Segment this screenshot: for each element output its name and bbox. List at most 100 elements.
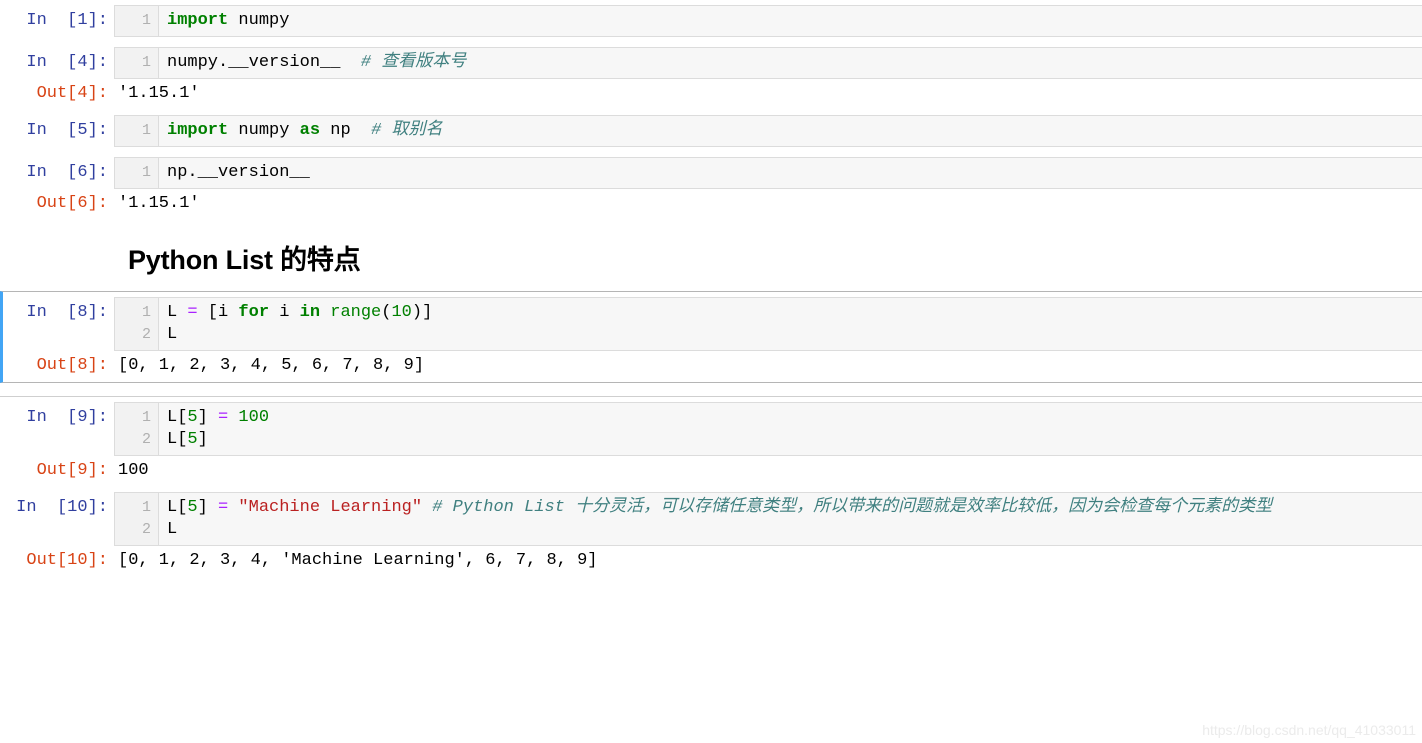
- output-text: '1.15.1': [118, 84, 200, 103]
- code-cell[interactable]: In [5]: 1 import numpy as np # 取别名: [0, 110, 1422, 152]
- code-text[interactable]: L[5] = "Machine Learning" # Python List …: [159, 493, 1422, 545]
- code-text[interactable]: L = [i for i in range(10)] L: [159, 298, 1422, 350]
- code-cell[interactable]: In [1]: 1 import numpy: [0, 0, 1422, 42]
- code-line: import numpy: [167, 10, 1422, 32]
- code-editor[interactable]: 1 numpy.__version__ # 查看版本号: [114, 47, 1422, 79]
- token-plain: L[: [167, 430, 188, 449]
- token-plain: [i: [197, 303, 239, 322]
- watermark: https://blog.csdn.net/qq_41033011: [1202, 722, 1416, 738]
- markdown-cell[interactable]: Python List 的特点: [0, 220, 1422, 291]
- code-line: np.__version__: [167, 162, 1422, 184]
- line-number: 2: [141, 521, 151, 538]
- cell-input-row: In [10]: 1 2 L[5] = "Machine Learning" # Py…: [0, 492, 1422, 546]
- code-line: import numpy as np # 取别名: [167, 120, 1422, 142]
- line-number: 1: [141, 164, 151, 181]
- token-plain: i: [269, 303, 300, 322]
- code-cell[interactable]: In [8]: 1 2 L = [i for i in range(10)] L Out[…: [0, 291, 1422, 383]
- cell-input-row: In [1]: 1 import numpy: [0, 5, 1422, 37]
- token-op: =: [187, 303, 198, 322]
- token-num: 5: [187, 498, 198, 517]
- token-plain: np.__version__: [167, 163, 310, 182]
- token-num: 5: [187, 408, 198, 427]
- cell-input-row: In [8]: 1 2 L = [i for i in range(10)] L: [3, 297, 1422, 351]
- token-cmt: # Python List 十分灵活，可以存储任意类型，所以带来的问题就是效率比…: [432, 498, 1273, 517]
- token-plain: numpy: [228, 121, 300, 140]
- input-prompt: In [9]:: [26, 408, 108, 427]
- line-number-gutter: 1: [115, 48, 159, 78]
- token-plain: ]: [197, 408, 219, 427]
- token-plain: numpy: [228, 11, 290, 30]
- code-line: L[5] = 100: [167, 407, 1422, 429]
- token-plain: ]: [197, 430, 208, 449]
- code-cell[interactable]: In [10]: 1 2 L[5] = "Machine Learning" # Py…: [0, 487, 1422, 577]
- code-editor[interactable]: 1 2 L[5] = 100 L[5]: [114, 402, 1422, 456]
- cell-output-row: Out[4]: '1.15.1': [0, 79, 1422, 105]
- code-line: L[5]: [167, 429, 1422, 451]
- line-number-gutter: 1: [115, 6, 159, 36]
- token-plain: L[: [167, 408, 188, 427]
- cell-input-row: In [5]: 1 import numpy as np # 取别名: [0, 115, 1422, 147]
- code-editor[interactable]: 1 import numpy as np # 取别名: [114, 115, 1422, 147]
- line-number: 1: [141, 122, 151, 139]
- token-num: 5: [187, 430, 198, 449]
- token-str: "Machine Learning": [238, 498, 423, 517]
- code-cell[interactable]: In [9]: 1 2 L[5] = 100 L[5] Out[9]: 100: [0, 397, 1422, 487]
- input-prompt: In [1]:: [26, 11, 108, 30]
- line-number-gutter: 1: [115, 158, 159, 188]
- output-text: 100: [118, 461, 149, 480]
- page-title: Python List 的特点: [128, 245, 361, 275]
- token-cmt: # 查看版本号: [360, 53, 467, 72]
- cell-output-row: Out[9]: 100: [0, 456, 1422, 482]
- cell-separator: [0, 383, 1422, 397]
- cell-output-row: Out[8]: [0, 1, 2, 3, 4, 5, 6, 7, 8, 9]: [3, 351, 1422, 377]
- token-plain: (: [381, 303, 392, 322]
- token-plain: ]: [197, 498, 219, 517]
- token-plain: L: [167, 325, 178, 344]
- code-editor[interactable]: 12L = [i for i in range(10)] L: [114, 297, 1422, 351]
- line-number-gutter: 12: [115, 403, 159, 455]
- code-editor[interactable]: 1 np.__version__: [114, 157, 1422, 189]
- line-number: 1: [141, 12, 151, 29]
- token-num: 100: [238, 408, 270, 427]
- token-bi: range: [330, 303, 382, 322]
- token-kw: import: [167, 11, 229, 30]
- cell-input-row: In [4]: 1 numpy.__version__ # 查看版本号: [0, 47, 1422, 79]
- token-num: 10: [391, 303, 412, 322]
- code-editor[interactable]: 1 import numpy: [114, 5, 1422, 37]
- token-kw: import: [167, 121, 229, 140]
- input-prompt: In [10]:: [16, 498, 108, 517]
- output-prompt: Out[9]:: [36, 461, 108, 480]
- code-text[interactable]: import numpy: [159, 6, 1422, 36]
- code-line: L[5] = "Machine Learning" # Python List …: [167, 497, 1422, 519]
- code-text[interactable]: np.__version__: [159, 158, 1422, 188]
- cell-input-row: In [9]: 1 2 L[5] = 100 L[5]: [0, 402, 1422, 456]
- token-op: =: [218, 498, 229, 517]
- line-number-gutter: 12: [115, 493, 159, 545]
- token-plain: )]: [411, 303, 433, 322]
- code-text[interactable]: L[5] = 100 L[5]: [159, 403, 1422, 455]
- notebook-body: In [1]: 1 import numpy In [4]: 1 numpy.__vers…: [0, 0, 1422, 577]
- output-text: [0, 1, 2, 3, 4, 5, 6, 7, 8, 9]: [118, 356, 425, 375]
- input-prompt: In [6]:: [26, 163, 108, 182]
- token-plain: L: [167, 520, 178, 539]
- output-prompt: Out[10]:: [26, 551, 108, 570]
- input-prompt: In [4]:: [26, 53, 108, 72]
- output-prompt: Out[4]:: [36, 84, 108, 103]
- token-kw: for: [238, 303, 270, 322]
- token-plain: numpy.__version__: [167, 53, 341, 72]
- input-prompt: In [8]:: [26, 303, 108, 322]
- code-editor[interactable]: 1 2 L[5] = "Machine Learning" # Python Lis…: [114, 492, 1422, 546]
- token-plain: L: [167, 303, 188, 322]
- token-plain: np: [320, 121, 372, 140]
- code-cell[interactable]: In [6]: 1 np.__version__ Out[6]: '1.15.1': [0, 152, 1422, 220]
- line-number: 1: [141, 499, 151, 516]
- token-plain: L[: [167, 498, 188, 517]
- code-cell[interactable]: In [4]: 1 numpy.__version__ # 查看版本号 Out[4]:…: [0, 42, 1422, 110]
- code-text[interactable]: import numpy as np # 取别名: [159, 116, 1422, 146]
- output-prompt: Out[8]:: [36, 356, 108, 375]
- output-text: '1.15.1': [118, 194, 200, 213]
- code-text[interactable]: numpy.__version__ # 查看版本号: [159, 48, 1422, 78]
